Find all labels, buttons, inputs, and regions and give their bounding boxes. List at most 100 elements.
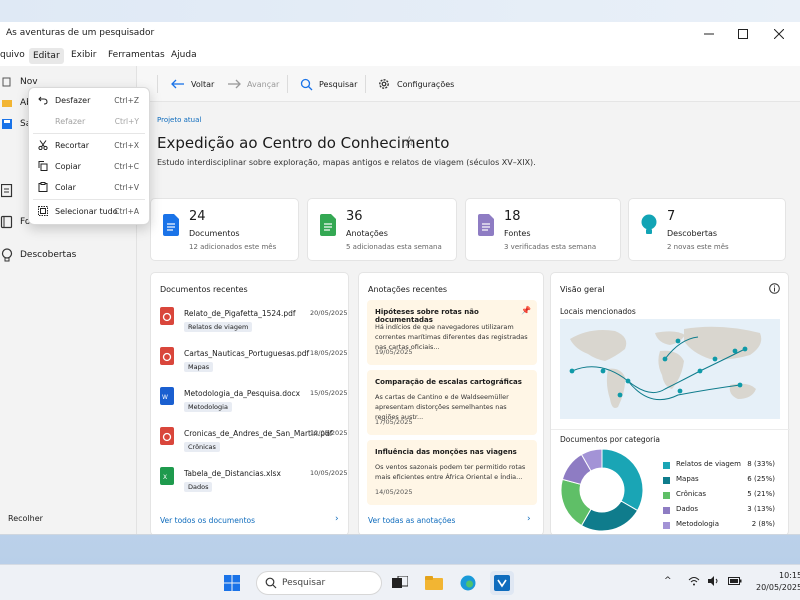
chevron-right-icon[interactable]: › [527,514,531,524]
stat-subtext: 2 novas este mês [667,243,729,251]
svg-text:X: X [163,474,167,481]
menu-arquivo[interactable]: quivo [0,50,25,60]
category-donut-chart[interactable] [559,447,645,533]
document-row[interactable]: W Metodologia_da_Pesquisa.docx 15/05/202… [160,387,347,421]
close-button[interactable] [762,22,796,46]
back-label: Voltar [191,79,215,89]
legend-item: Metodologia 2 (8%) [663,520,775,532]
windows-logo-icon [224,575,240,591]
taskbar-search[interactable]: Pesquisar [256,571,382,595]
sidebar-item-documentos[interactable] [0,184,20,198]
view-all-documents-link[interactable]: Ver todos os documentos [160,516,255,525]
panel-title: Documentos recentes [160,285,248,294]
menu-item-recortar[interactable]: Recortar Ctrl+X [29,136,149,156]
view-all-notes-link[interactable]: Ver todas as anotações [368,516,455,525]
overview-panel: Visão geral Locais mencionados Documento… [550,272,790,534]
document-row[interactable]: Cartas_Nauticas_Portuguesas.pdf 18/05/20… [160,347,347,381]
stat-label: Anotações [346,229,388,238]
volume-icon[interactable] [708,576,720,588]
note-card[interactable]: 📌 Hipóteses sobre rotas não documentadas… [367,300,537,365]
edit-menu-dropdown: Desfazer Ctrl+Z Refazer Ctrl+Y Recortar … [28,87,150,225]
sidebar-item-label: Nov [20,77,38,87]
back-button[interactable]: Voltar [171,66,214,102]
chevron-right-icon[interactable]: › [335,514,339,524]
menu-item-refazer[interactable]: Refazer Ctrl+Y [29,112,149,132]
breadcrumb[interactable]: Projeto atual [157,116,201,124]
settings-button[interactable]: Configurações [377,66,454,102]
new-file-icon [0,75,14,89]
settings-label: Configurações [397,79,455,89]
panel-title: Visão geral [560,285,605,294]
world-map[interactable] [560,319,780,419]
word-file-icon: W [160,387,174,407]
stat-value: 24 [189,209,206,224]
legend-label: Crônicas [676,490,707,498]
menu-item-colar[interactable]: Colar Ctrl+V [29,178,149,198]
menu-item-shortcut: Ctrl+X [114,141,139,150]
wifi-icon[interactable] [688,576,700,588]
search-icon [300,78,313,91]
info-icon[interactable] [769,283,780,296]
menu-ajuda[interactable]: Ajuda [171,50,197,60]
notes-panel: Anotações recentes 📌 Hipóteses sobre rot… [358,272,544,534]
menu-divider [33,199,145,200]
note-card[interactable]: Comparação de escalas cartográficas As c… [367,370,537,435]
menu-item-desfazer[interactable]: Desfazer Ctrl+Z [29,91,149,111]
stat-subtext: 3 verificadas esta semana [504,243,597,251]
legend-label: Dados [676,505,699,513]
sidebar-item-descobertas[interactable]: Descobertas [0,248,76,262]
document-name: Relato_de_Pigafetta_1524.pdf [184,309,296,318]
start-button[interactable] [220,571,244,595]
clock-time: 10:15 [779,571,800,580]
menu-item-shortcut: Ctrl+Y [114,117,139,126]
app-window: As aventuras de um pesquisador quivo Edi… [0,22,800,535]
stat-card-fontes[interactable]: 18 Fontes 3 verificadas esta semana [465,198,621,261]
document-row[interactable]: X Tabela_de_Distancias.xlsx 10/05/2025 D… [160,467,347,501]
document-row[interactable]: Relato_de_Pigafetta_1524.pdf 20/05/2025 … [160,307,347,341]
menu-item-copiar[interactable]: Copiar Ctrl+C [29,157,149,177]
document-tag: Metodologia [184,402,232,412]
donut-slice-mapas[interactable] [580,500,639,532]
file-explorer-button[interactable] [422,571,446,595]
note-date: 19/05/2025 [375,348,413,356]
minimize-button[interactable] [692,22,726,46]
document-row[interactable]: Cronicas_de_Andres_de_San_Martin.pdf 12/… [160,427,347,461]
stat-label: Fontes [504,229,531,238]
document-icon [0,184,14,198]
legend-value: 3 (13%) [747,505,775,513]
stat-card-descobertas[interactable]: 7 Descobertas 2 novas este mês [628,198,786,261]
task-view-button[interactable] [388,571,412,595]
menu-item-shortcut: Ctrl+A [114,207,139,216]
document-date: 15/05/2025 [310,389,348,397]
menu-ferramentas[interactable]: Ferramentas [108,50,165,60]
maximize-button[interactable] [726,22,760,46]
menu-editar[interactable]: Editar [29,48,64,64]
stat-card-anotacoes[interactable]: 36 Anotações 5 adicionadas esta semana [307,198,457,261]
forward-button[interactable]: Avançar [227,66,279,102]
edge-browser-button[interactable] [456,571,480,595]
arrow-right-icon [227,79,241,89]
stat-subtext: 5 adicionadas esta semana [346,243,442,251]
note-card[interactable]: Influência das monções nas viagens Os ve… [367,440,537,505]
legend-label: Metodologia [676,520,720,528]
battery-icon[interactable] [728,577,742,587]
document-tag: Crônicas [184,442,220,452]
menu-item-selecionar-tudo[interactable]: Selecionar tudo Ctrl+A [29,202,149,222]
document-date: 20/05/2025 [310,309,348,317]
toolbar-divider [157,75,158,93]
show-hidden-icons-chevron-icon[interactable]: ^ [664,576,672,586]
menu-exibir[interactable]: Exibir [71,50,96,60]
favorite-star-icon[interactable]: ☆ [403,134,416,150]
stat-card-documentos[interactable]: 24 Documentos 12 adicionados este mês [150,198,299,261]
note-date: 17/05/2025 [375,418,413,426]
collapse-button[interactable]: Recolher [8,514,43,523]
research-app-button[interactable] [490,571,514,595]
search-button[interactable]: Pesquisar [300,66,357,102]
documents-panel: Documentos recentes Relato_de_Pigafetta_… [150,272,349,534]
app-icon [494,575,510,591]
legend-label: Mapas [676,475,699,483]
close-icon [774,29,784,39]
taskbar-clock[interactable]: 10:15 20/05/2025 [756,570,800,594]
note-date: 14/05/2025 [375,488,413,496]
document-name: Cartas_Nauticas_Portuguesas.pdf [184,349,310,358]
